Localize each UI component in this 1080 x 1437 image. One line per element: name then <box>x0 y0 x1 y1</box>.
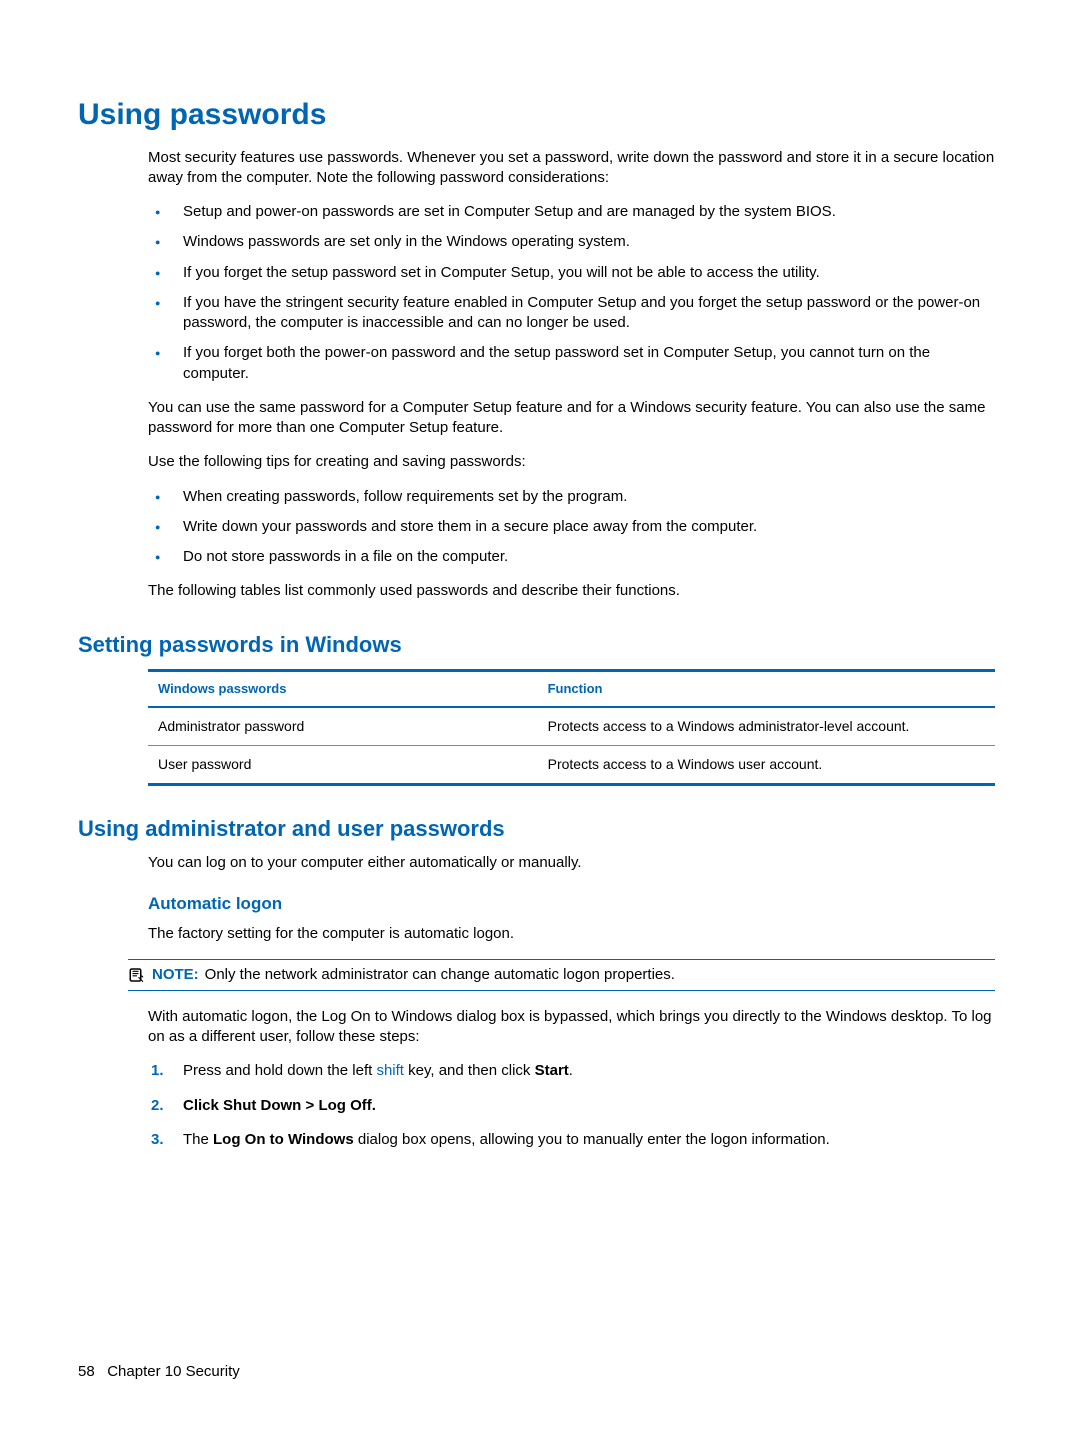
text: . <box>569 1062 573 1079</box>
list-item: Windows passwords are set only in the Wi… <box>183 232 995 252</box>
intro-block: Most security features use passwords. Wh… <box>78 148 995 189</box>
document-page: Using passwords Most security features u… <box>0 0 1080 1437</box>
intro-paragraph: Most security features use passwords. Wh… <box>148 148 995 189</box>
shutdown-logoff-bold: Shut Down > Log Off <box>223 1097 372 1114</box>
tables-intro-block: The following tables list commonly used … <box>78 581 995 601</box>
paragraph: You can log on to your computer either a… <box>148 853 995 873</box>
factory-block: The factory setting for the computer is … <box>78 924 995 944</box>
tips-list: When creating passwords, follow requirem… <box>78 487 995 568</box>
list-item: Setup and power-on passwords are set in … <box>183 202 995 222</box>
step-item: Press and hold down the left shift key, … <box>183 1061 995 1081</box>
shift-key-link: shift <box>376 1062 404 1079</box>
heading-setting-passwords-windows: Setting passwords in Windows <box>78 630 995 660</box>
note-text: Only the network administrator can chang… <box>205 966 675 983</box>
list-item: If you forget both the power-on password… <box>183 343 995 384</box>
table-header-passwords: Windows passwords <box>148 671 538 707</box>
table-cell: Protects access to a Windows user accoun… <box>538 745 995 784</box>
list-item: Do not store passwords in a file on the … <box>183 547 995 567</box>
list-item: Write down your passwords and store them… <box>183 517 995 537</box>
table-cell: Protects access to a Windows administrat… <box>538 707 995 745</box>
table-row: User password Protects access to a Windo… <box>148 745 995 784</box>
list-item: When creating passwords, follow requirem… <box>183 487 995 507</box>
text: Press and hold down the left <box>183 1062 376 1079</box>
heading-using-passwords: Using passwords <box>78 95 995 136</box>
table-row: Administrator password Protects access t… <box>148 707 995 745</box>
table-cell: Administrator password <box>148 707 538 745</box>
heading-admin-user-passwords: Using administrator and user passwords <box>78 814 995 844</box>
start-bold: Start <box>535 1062 569 1079</box>
passwords-table: Windows passwords Function Administrator… <box>148 669 995 785</box>
table-header-function: Function <box>538 671 995 707</box>
paragraph: The following tables list commonly used … <box>148 581 995 601</box>
paragraph: With automatic logon, the Log On to Wind… <box>148 1007 995 1048</box>
logon-intro-block: You can log on to your computer either a… <box>78 853 995 873</box>
note-content: NOTE: Only the network administrator can … <box>152 965 675 985</box>
text: . <box>372 1097 376 1114</box>
text: dialog box opens, allowing you to manual… <box>354 1131 830 1148</box>
logon-windows-bold: Log On to Windows <box>213 1131 354 1148</box>
list-item: If you forget the setup password set in … <box>183 263 995 283</box>
paragraph: Use the following tips for creating and … <box>148 452 995 472</box>
step-item: Click Shut Down > Log Off. <box>183 1096 995 1116</box>
text: key, and then click <box>404 1062 535 1079</box>
paragraph: You can use the same password for a Comp… <box>148 398 995 439</box>
table-cell: User password <box>148 745 538 784</box>
list-item: If you have the stringent security featu… <box>183 293 995 334</box>
text: Click <box>183 1097 223 1114</box>
same-password-block: You can use the same password for a Comp… <box>78 398 995 473</box>
considerations-list: Setup and power-on passwords are set in … <box>78 202 995 384</box>
auto-logon-block: With automatic logon, the Log On to Wind… <box>78 1007 995 1048</box>
paragraph: The factory setting for the computer is … <box>148 924 995 944</box>
steps-list: Press and hold down the left shift key, … <box>78 1061 995 1150</box>
page-footer: 58 Chapter 10 Security <box>78 1362 240 1382</box>
note-icon <box>128 966 146 984</box>
text: The <box>183 1131 213 1148</box>
page-number: 58 <box>78 1363 95 1380</box>
step-item: The Log On to Windows dialog box opens, … <box>183 1130 995 1150</box>
passwords-table-wrap: Windows passwords Function Administrator… <box>78 669 995 785</box>
note-label: NOTE: <box>152 966 199 983</box>
chapter-label: Chapter 10 Security <box>107 1363 240 1380</box>
heading-automatic-logon: Automatic logon <box>78 893 995 916</box>
note-block: NOTE: Only the network administrator can … <box>128 959 995 991</box>
